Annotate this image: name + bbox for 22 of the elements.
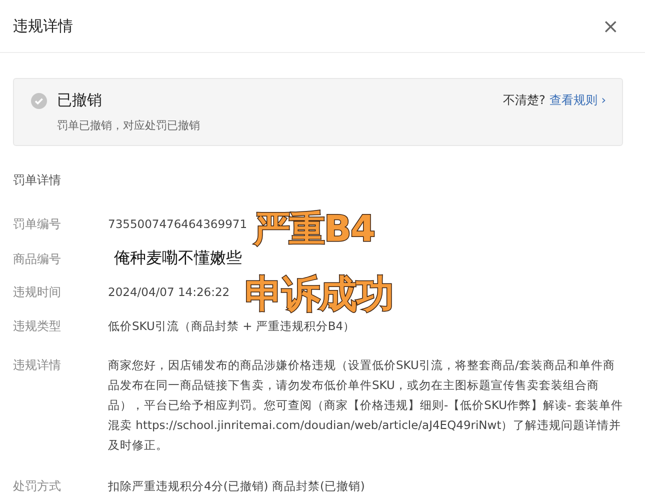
field-label: 罚单编号 xyxy=(13,216,62,233)
section-title: 罚单详情 xyxy=(13,172,62,189)
field-label: 处罚方式 xyxy=(13,478,62,495)
status-title: 已撤销 xyxy=(57,91,103,110)
help-text: 不清楚? xyxy=(503,92,546,109)
field-value: 低价SKU引流（商品封禁 + 严重违规积分B4） xyxy=(108,318,356,335)
sticker-text: 申诉成功 xyxy=(245,271,393,318)
field-label: 商品编号 xyxy=(13,251,62,268)
field-label: 违规时间 xyxy=(13,284,62,301)
dialog-title: 违规详情 xyxy=(13,16,73,36)
status-description: 罚单已撤销，对应处罚已撤销 xyxy=(57,118,201,133)
field-label: 违规类型 xyxy=(13,318,62,335)
field-value: 7355007476464369971 xyxy=(108,216,248,233)
field-value: 扣除严重违规积分4分(已撤销) 商品封禁(已撤销) xyxy=(108,478,365,495)
field-label: 违规详情 xyxy=(13,357,62,374)
view-rules-link[interactable]: 查看规则 › xyxy=(549,92,606,109)
check-circle-icon xyxy=(31,92,47,108)
close-button[interactable]: × xyxy=(598,14,623,38)
field-value: 俺种麦嘞不懂嫩些 xyxy=(113,248,242,268)
field-value: 2024/04/07 14:26:22 xyxy=(108,284,230,301)
field-value: 商家您好，因店铺发布的商品涉嫌价格违规（设置低价SKU引流，将整套商品/套装商品和单件商品发布在同一商品链接下售卖，请勿发布低价单件SKU，或勿在主图标题宣传售卖套装组合商品），平台已给予相应判罚。您可查阅（商家【价格违规】细则-【低价SKU作弊】解读- 套装单件混卖 https://school.jinritemai.com/doudian/web/article/aJ4EQ49riNwt）了解违规问题详情并及时修正。 xyxy=(108,357,623,454)
sticker-text: 严重B4 xyxy=(254,208,374,252)
